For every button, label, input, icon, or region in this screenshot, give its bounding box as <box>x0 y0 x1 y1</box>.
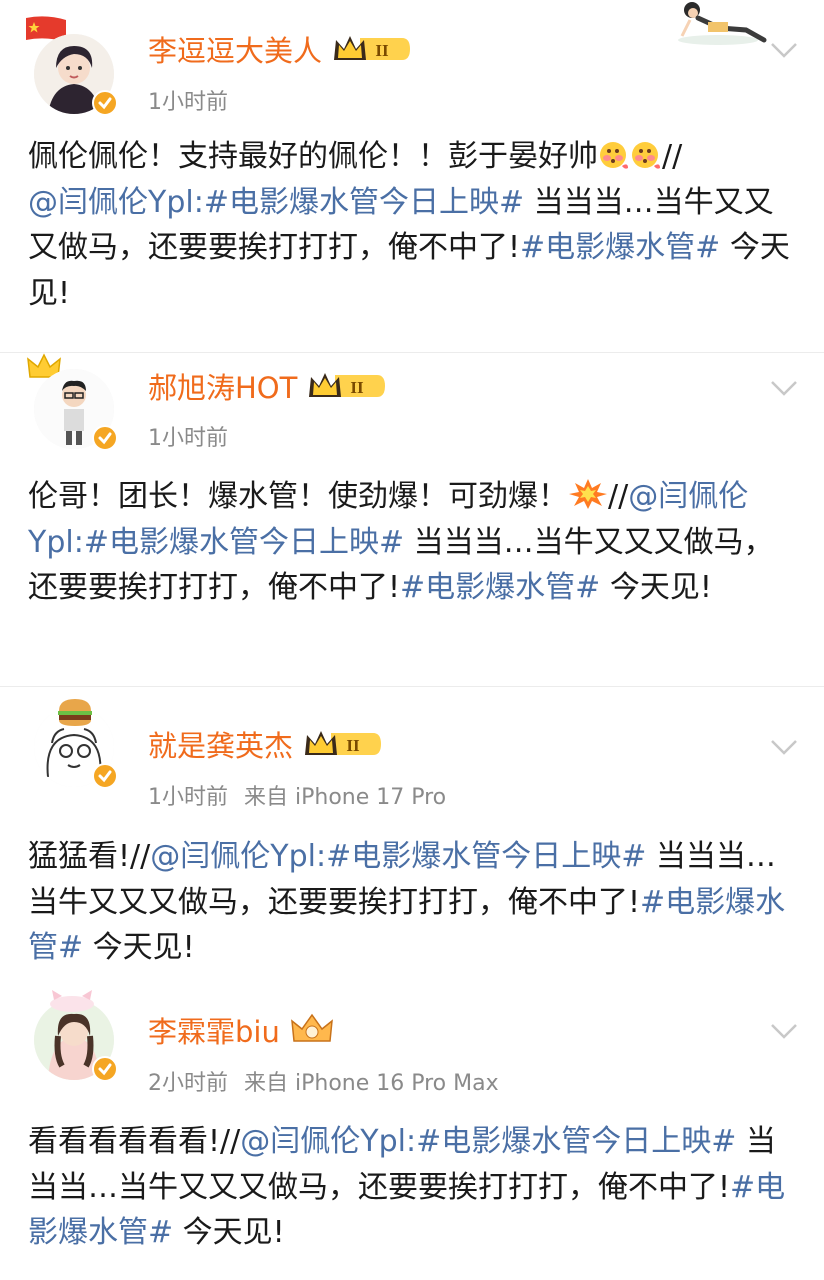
level-crown-badge-icon: II <box>303 727 383 761</box>
cat-ears-sticker-icon <box>44 988 100 1012</box>
hashtag-link[interactable]: #电影爆水管# <box>400 570 600 605</box>
flushed-face-emoji <box>598 140 630 170</box>
hashtag-link[interactable]: #电影爆水管今日上映# <box>326 839 646 874</box>
repost-separator: // <box>662 139 683 174</box>
comment-text: 佩伦佩伦！支持最好的佩伦！！彭于晏好帅 // @闫佩伦Ypl:#电影爆水管今日上映#… <box>28 134 798 316</box>
verified-badge-icon <box>92 425 118 451</box>
username[interactable]: 就是龚英杰 <box>148 723 293 765</box>
hashtag-link[interactable]: #电影爆水管今日上映# <box>416 1124 736 1159</box>
flushed-face-emoji <box>630 140 662 170</box>
repost-separator: // <box>220 1124 241 1159</box>
explosion-emoji <box>568 478 608 510</box>
username[interactable]: 李霖霏biu <box>148 1009 280 1051</box>
post-time: 1小时前 <box>148 785 228 810</box>
repost-separator: // <box>608 479 629 514</box>
comment-item: 李逗逗大美人 II 1小时前 佩伦佩伦！支持最好的佩伦！！彭于晏好帅 // @闫佩伦… <box>0 0 824 352</box>
username[interactable]: 郝旭涛HOT <box>148 365 297 407</box>
comment-text: 看看看看看看!//@闫佩伦Ypl:#电影爆水管今日上映# 当当当…当牛又又又做马… <box>28 1119 798 1256</box>
comment-item: 郝旭涛HOT II 1小时前 伦哥！团长！爆水管！使劲爆！可劲爆！//@闫佩伦Y… <box>0 353 824 686</box>
comment-text: 猛猛看!//@闫佩伦Ypl:#电影爆水管今日上映# 当当当…当牛又又又做马，还要… <box>28 834 798 971</box>
comment-text-part: 佩伦佩伦！支持最好的佩伦！！彭于晏好帅 <box>28 139 598 174</box>
verified-badge-icon <box>92 90 118 116</box>
verified-badge-icon <box>92 763 118 789</box>
comment-text-part: 猛猛看! <box>28 839 131 874</box>
level-crown-badge-icon: II <box>307 369 387 403</box>
avatar[interactable] <box>30 990 122 1084</box>
comment-text-part: 看看看看看看! <box>28 1124 221 1159</box>
repost-separator: // <box>130 839 151 874</box>
avatar[interactable] <box>30 26 122 118</box>
avatar[interactable] <box>30 699 122 791</box>
comment-text: 伦哥！团长！爆水管！使劲爆！可劲爆！//@闫佩伦Ypl:#电影爆水管今日上映# … <box>28 474 798 611</box>
hashtag-link[interactable]: #电影爆水管# <box>520 230 720 265</box>
verified-badge-icon <box>92 1056 118 1082</box>
post-time: 1小时前 <box>148 426 228 451</box>
chevron-down-icon[interactable] <box>766 735 802 759</box>
mention-link[interactable]: @闫佩伦Ypl: <box>150 839 326 874</box>
chevron-down-icon[interactable] <box>766 376 802 400</box>
post-source: 来自 iPhone 17 Pro <box>244 785 447 810</box>
hashtag-link[interactable]: #电影爆水管今日上映# <box>204 185 524 220</box>
comment-text-part: 伦哥！团长！爆水管！使劲爆！可劲爆！ <box>28 479 568 514</box>
weibo-comment-feed: 李逗逗大美人 II 1小时前 佩伦佩伦！支持最好的佩伦！！彭于晏好帅//@闫佩伦… <box>0 0 824 1280</box>
crown-badge-icon <box>290 1013 334 1047</box>
comment-text-part: 今天见! <box>600 570 712 605</box>
svg-text:II: II <box>375 41 389 60</box>
svg-text:II: II <box>351 378 365 397</box>
chevron-down-icon[interactable] <box>766 38 802 62</box>
avatar[interactable] <box>30 361 122 453</box>
comment-item: 李霖霏biu 2小时前 来自 iPhone 16 Pro Max 看看看看看看!/… <box>0 990 824 1280</box>
mention-link[interactable]: @闫佩伦Ypl: <box>28 185 204 220</box>
post-time: 1小时前 <box>148 90 228 115</box>
hashtag-link[interactable]: #电影爆水管今日上映# <box>84 525 404 560</box>
comment-item: 就是龚英杰 II 1小时前 来自 iPhone 17 Pro 猛猛看!//@闫佩伦… <box>0 687 824 992</box>
chevron-down-icon[interactable] <box>766 1019 802 1043</box>
svg-text:II: II <box>346 736 360 755</box>
burger-icon <box>56 697 94 727</box>
comment-text-part: 今天见! <box>83 930 195 965</box>
level-crown-badge-icon: II <box>332 32 412 66</box>
comment-text-part: 今天见! <box>173 1215 285 1250</box>
mention-link[interactable]: @闫佩伦Ypl: <box>240 1124 416 1159</box>
username[interactable]: 李逗逗大美人 <box>148 28 322 70</box>
post-source: 来自 iPhone 16 Pro Max <box>244 1071 499 1096</box>
post-time: 2小时前 <box>148 1071 228 1096</box>
